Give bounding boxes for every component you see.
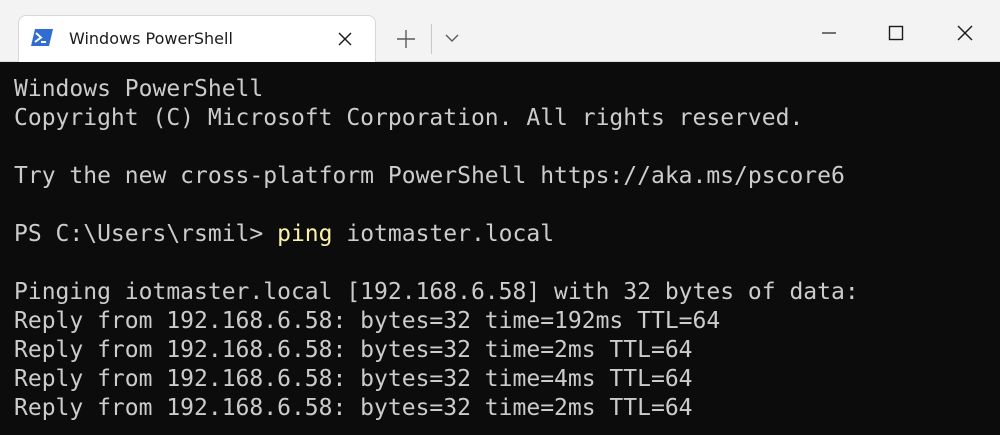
minimize-icon[interactable]: [814, 18, 844, 48]
tab-separator: [431, 24, 432, 54]
console-pinging-line: Pinging iotmaster.local [192.168.6.58] w…: [14, 279, 859, 305]
title-bar[interactable]: Windows PowerShell: [0, 0, 1000, 62]
console-prompt: PS C:\Users\rsmil>: [14, 221, 278, 247]
console-reply-line: Reply from 192.168.6.58: bytes=32 time=2…: [14, 395, 693, 421]
close-icon[interactable]: [950, 18, 980, 48]
close-tab-icon[interactable]: [335, 29, 355, 49]
console-copyright: Copyright (C) Microsoft Corporation. All…: [14, 105, 804, 131]
console-try-line: Try the new cross-platform PowerShell ht…: [14, 163, 845, 189]
console-reply-line: Reply from 192.168.6.58: bytes=32 time=1…: [14, 308, 721, 334]
tab-title: Windows PowerShell: [69, 29, 233, 48]
console-reply-line: Reply from 192.168.6.58: bytes=32 time=4…: [14, 366, 693, 392]
console-reply-line: Reply from 192.168.6.58: bytes=32 time=2…: [14, 337, 693, 363]
console-command-argument: iotmaster.local: [332, 221, 555, 247]
maximize-icon[interactable]: [881, 18, 911, 48]
tab-windows-powershell[interactable]: Windows PowerShell: [18, 15, 376, 62]
console-output[interactable]: Windows PowerShell Copyright (C) Microso…: [0, 62, 1000, 435]
chevron-down-icon[interactable]: [442, 30, 462, 46]
console-header-title: Windows PowerShell: [14, 76, 264, 102]
console-prompt-line: PS C:\Users\rsmil> ping iotmaster.local: [14, 220, 554, 249]
terminal-window: Windows PowerShell Windows PowerShell Co…: [0, 0, 1000, 435]
plus-icon[interactable]: [394, 27, 418, 51]
console-command: ping: [277, 221, 333, 247]
powershell-icon: [31, 29, 53, 46]
